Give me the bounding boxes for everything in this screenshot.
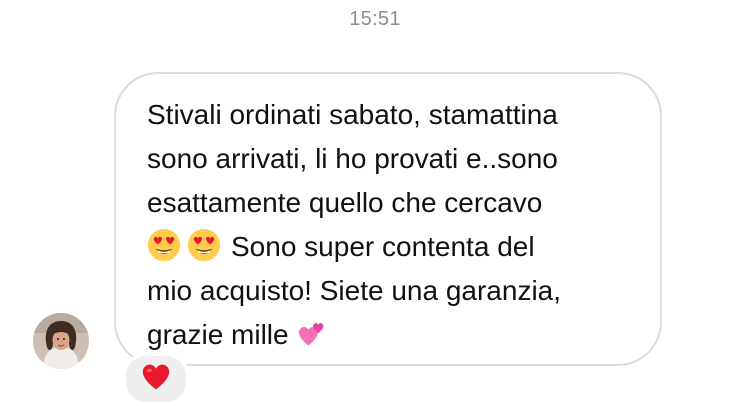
message-line: mio acquisto! Siete una garanzia, [147,275,562,306]
message-line: sono arrivati, li ho provati e..sono [147,143,558,174]
red-heart-icon [141,363,171,396]
message-bubble[interactable]: Stivali ordinati sabato, stamattina sono… [114,72,662,366]
message-line: Stivali ordinati sabato, stamattina [147,99,558,130]
message-line: esattamente quello che cercavo [147,187,543,218]
two-hearts-emoji [296,318,328,363]
heart-eyes-emoji [147,228,181,275]
message-timestamp: 15:51 [349,8,401,30]
message-line-with-emojis: Sono super contenta del [147,225,640,269]
reaction-badge[interactable] [123,353,189,405]
message-line-with-emoji: grazie mille [147,313,640,357]
message-line-text: Sono super contenta del [231,231,535,262]
sender-avatar[interactable] [33,313,89,369]
heart-eyes-emoji [187,228,221,275]
message-line-text: grazie mille [147,319,289,350]
